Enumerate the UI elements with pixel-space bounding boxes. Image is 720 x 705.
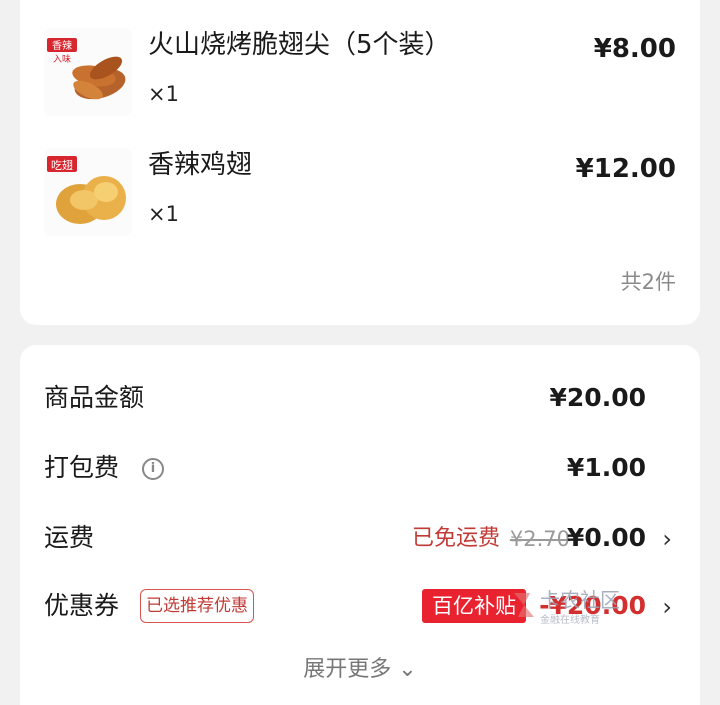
order-item[interactable]: 吃翅 香辣鸡翅 ×1 ¥12.00 <box>20 140 700 240</box>
watermark-subtext: 金融在线教育 <box>540 613 600 626</box>
subtotal-row: 商品金额 ¥20.00 <box>20 373 700 423</box>
item-price: ¥8.00 <box>593 34 676 64</box>
thumb-badge-text: 香辣 <box>52 39 72 52</box>
free-shipping-text: 已免运费 <box>411 526 500 551</box>
order-items-card: 香辣 入味 火山烧烤脆翅尖（5个装） ×1 ¥8.00 吃翅 香辣鸡翅 ×1 ¥… <box>20 0 700 325</box>
subtotal-label: 商品金额 <box>44 383 145 412</box>
item-price: ¥12.00 <box>575 154 676 184</box>
order-item[interactable]: 香辣 入味 火山烧烤脆翅尖（5个装） ×1 ¥8.00 <box>20 20 700 120</box>
shipping-fee-label: 运费 <box>44 523 95 552</box>
item-thumbnail-wing-tips: 香辣 入味 <box>44 28 132 116</box>
packing-fee-row: 打包费 i ¥1.00 <box>20 443 700 493</box>
coupon-label: 优惠券 <box>44 591 120 620</box>
item-thumbnail-spicy-wings: 吃翅 <box>44 148 132 236</box>
item-quantity: ×1 <box>148 202 179 226</box>
packing-fee-label: 打包费 <box>44 453 120 482</box>
coupon-selected-tag: 已选推荐优惠 <box>140 589 254 623</box>
chevron-right-icon: › <box>662 525 672 553</box>
shipping-fee-value: ¥0.00 <box>566 523 646 552</box>
info-icon[interactable]: i <box>142 458 164 480</box>
original-shipping-price: ¥2.70 <box>509 527 570 551</box>
item-name: 香辣鸡翅 <box>148 150 253 180</box>
item-name: 火山烧烤脆翅尖（5个装） <box>148 30 451 60</box>
expand-more-button[interactable]: 展开更多 ⌄ <box>20 653 700 687</box>
subtotal-value: ¥20.00 <box>549 383 646 412</box>
total-item-count: 共2件 <box>620 270 676 294</box>
watermark-logo: 卡农社区 金融在线教育 <box>514 588 620 626</box>
packing-fee-value: ¥1.00 <box>566 453 646 482</box>
fee-summary-card: 商品金额 ¥20.00 打包费 i ¥1.00 运费 已免运费 ¥2.70 ¥0… <box>20 345 700 705</box>
thumb-badge-text: 入味 <box>53 53 71 65</box>
coupon-row[interactable]: 优惠券 已选推荐优惠 百亿补贴 -¥20.00 卡农社区 金融在线教育 › <box>20 581 700 631</box>
shipping-fee-row[interactable]: 运费 已免运费 ¥2.70 ¥0.00 › <box>20 513 700 563</box>
chevron-right-icon: › <box>662 593 672 621</box>
thumb-badge-text: 吃翅 <box>51 158 73 172</box>
item-quantity: ×1 <box>148 82 179 106</box>
watermark-text: 卡农社区 <box>540 588 620 612</box>
